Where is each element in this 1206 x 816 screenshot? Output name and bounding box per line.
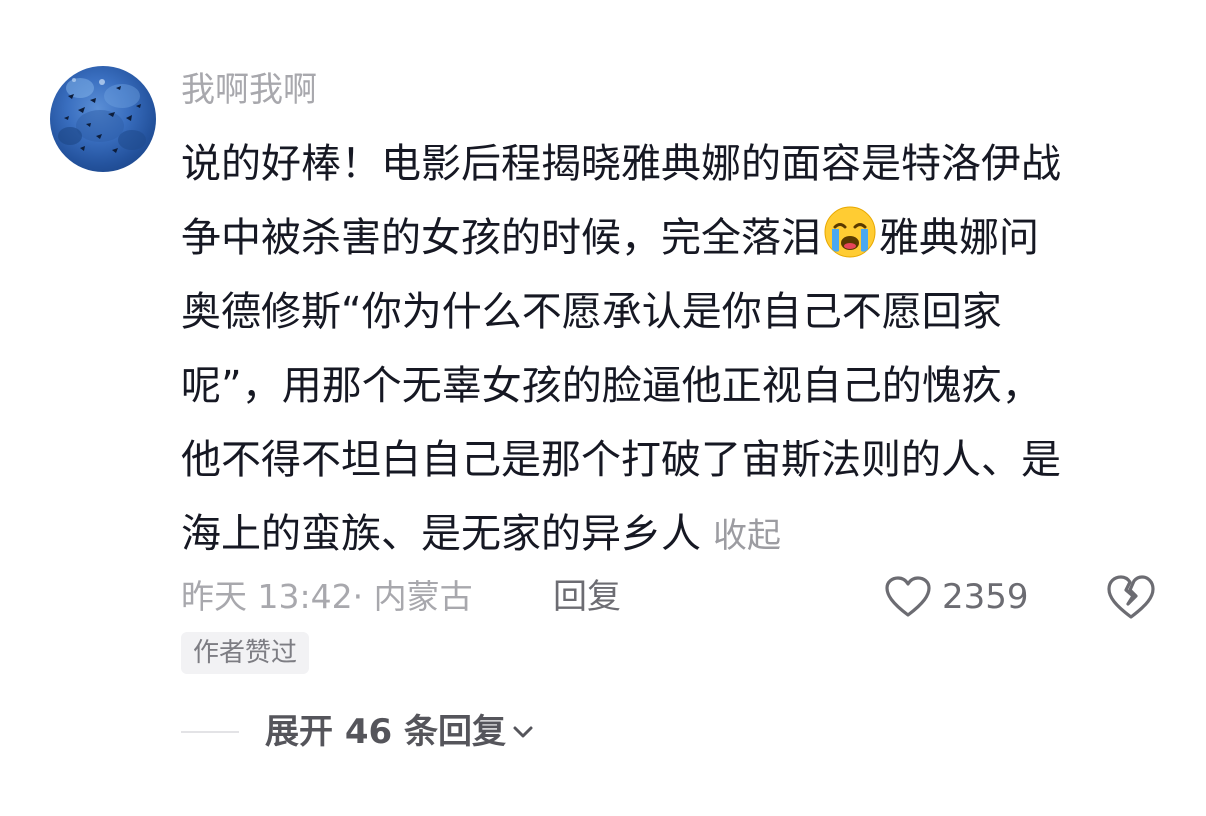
comment-text-line: 呢”，用那个无辜女孩的脸逼他正视自己的愧疚， (181, 363, 1042, 409)
collapse-button[interactable]: 收起 (713, 516, 781, 556)
comment-text-line: 奥德修斯“你为什么不愿承认是你自己不愿回家 (181, 289, 1002, 335)
comment-text-line: 争中被杀害的女孩的时候，完全落泪 雅典娜问 (181, 201, 1161, 275)
broken-heart-icon (1107, 575, 1155, 619)
expand-replies-label: 展开 46 条回复 (265, 712, 506, 752)
comment-meta: 昨天 13:42· 内蒙古 (181, 577, 473, 616)
avatar[interactable] (50, 66, 156, 172)
dislike-button[interactable] (1106, 572, 1156, 622)
author-liked-badge: 作者赞过 (181, 632, 310, 674)
comment-text-line: 海上的蛮族、是无家的异乡人 收起 (181, 497, 1161, 571)
reply-button[interactable]: 回复 (553, 572, 621, 622)
like-count: 2359 (942, 577, 1029, 617)
crying-face-icon (824, 206, 876, 258)
comment-text: 说的好棒！电影后程揭晓雅典娜的面容是特洛伊战 争中被杀害的女孩的时候，完全落泪 … (181, 127, 1161, 571)
comment-text-segment: 雅典娜问 (879, 215, 1039, 261)
heart-icon (885, 576, 931, 617)
divider (181, 731, 239, 733)
comment-text-segment: 海上的蛮族、是无家的异乡人 (181, 511, 701, 557)
chevron-down-icon (513, 726, 533, 738)
comment-text-segment: 争中被杀害的女孩的时候，完全落泪 (181, 215, 821, 261)
comment-item: 我啊我啊 说的好棒！电影后程揭晓雅典娜的面容是特洛伊战 争中被杀害的女孩的时候，… (0, 0, 1206, 816)
username[interactable]: 我啊我啊 (181, 68, 317, 112)
expand-replies-button[interactable]: 展开 46 条回复 (265, 708, 534, 756)
comment-text-line: 他不得不坦白自己是那个打破了宙斯法则的人、是 (181, 437, 1061, 483)
comment-text-line: 说的好棒！电影后程揭晓雅典娜的面容是特洛伊战 (181, 141, 1061, 187)
like-button[interactable]: 2359 (884, 570, 1029, 624)
expand-replies-row: 展开 46 条回复 (181, 708, 534, 756)
